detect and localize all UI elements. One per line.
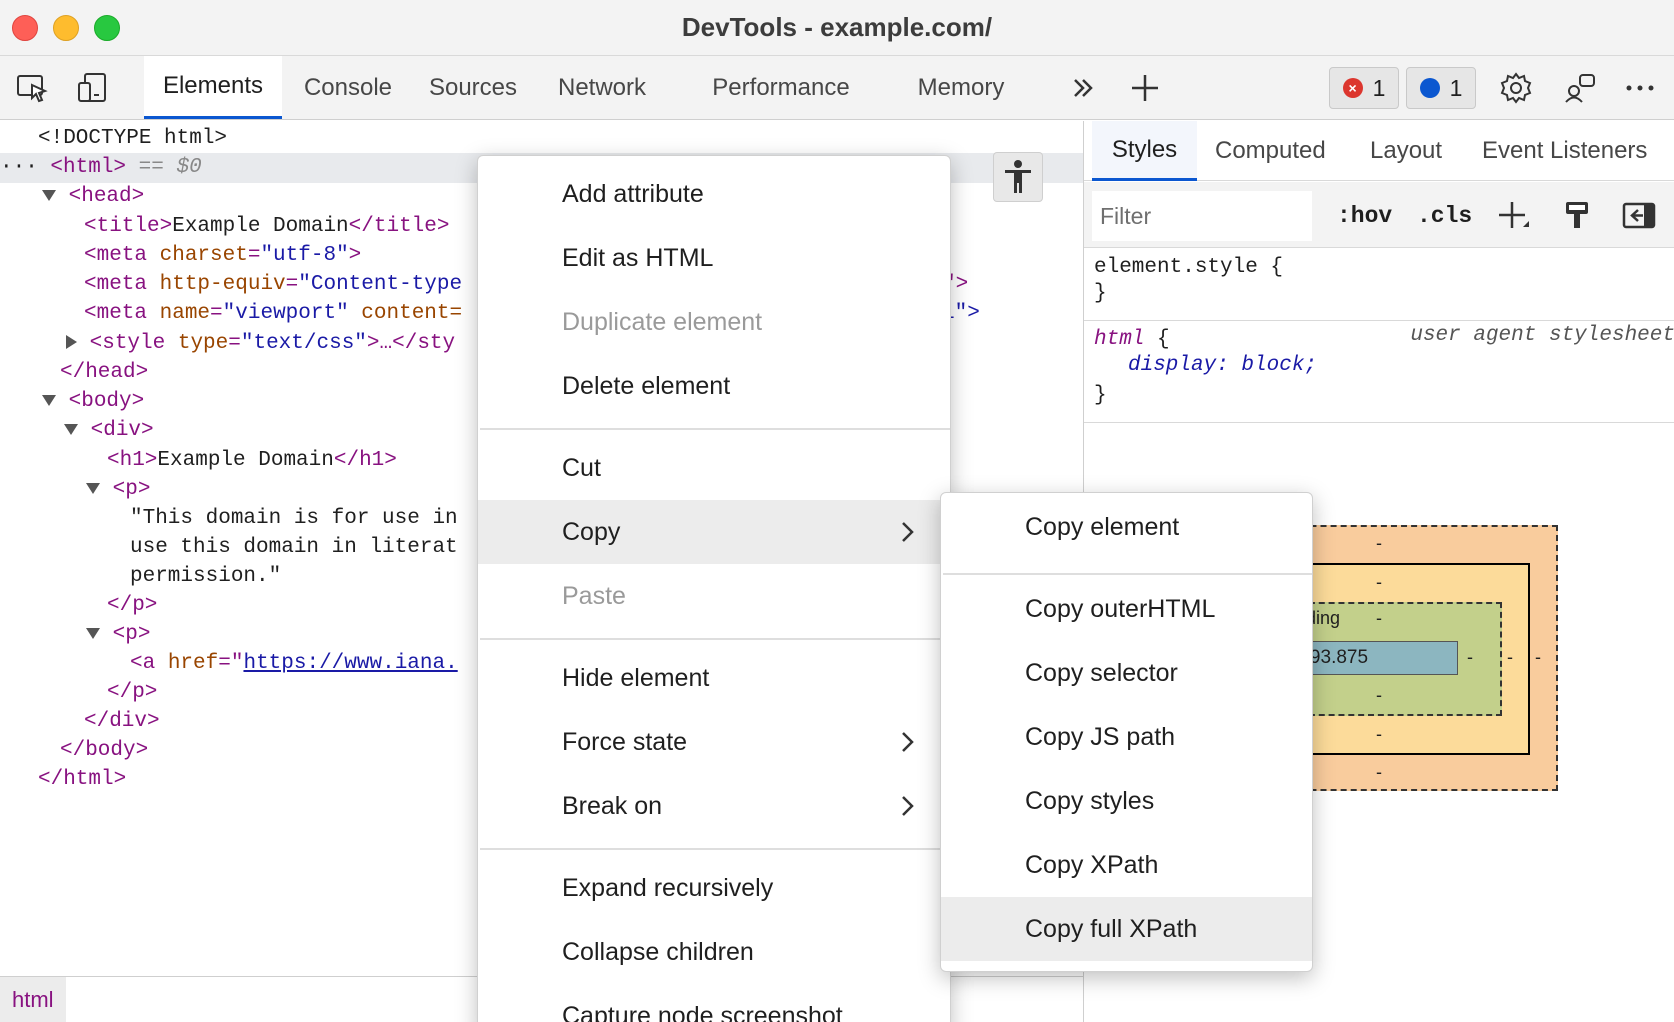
menu-separator bbox=[480, 848, 950, 850]
messages-badge[interactable]: 1 bbox=[1406, 67, 1476, 109]
chevron-right-icon bbox=[900, 710, 916, 774]
box-model-padding-top[interactable]: - bbox=[1376, 608, 1382, 629]
tab-performance[interactable]: Performance bbox=[703, 56, 859, 119]
message-count: 1 bbox=[1449, 74, 1463, 101]
box-model-border-top[interactable]: - bbox=[1376, 572, 1382, 593]
menu-item-paste: Paste bbox=[562, 582, 626, 610]
customize-icon[interactable] bbox=[1560, 68, 1600, 108]
menu-item-copy-selector[interactable]: Copy selector bbox=[941, 641, 1312, 705]
menu-item-force-state[interactable]: Force state bbox=[478, 710, 950, 774]
menu-item-hide-element[interactable]: Hide element bbox=[478, 646, 950, 710]
box-model-border-bottom[interactable]: - bbox=[1376, 724, 1382, 745]
title-bar: DevTools - example.com/ bbox=[0, 0, 1674, 56]
collapse-triangle-icon[interactable] bbox=[64, 423, 78, 435]
collapse-triangle-icon[interactable] bbox=[42, 394, 56, 406]
error-count: 1 bbox=[1372, 74, 1386, 101]
ua-stylesheet-label: user agent stylesheet bbox=[1410, 324, 1674, 347]
main-toolbar: Elements Console Sources Network Perform… bbox=[0, 56, 1674, 120]
box-model-border-right[interactable]: - bbox=[1507, 647, 1513, 668]
box-model-margin-top[interactable]: - bbox=[1376, 533, 1382, 554]
styles-filter-toolbar: :hov .cls bbox=[1084, 182, 1674, 248]
menu-item-expand-recursively[interactable]: Expand recursively bbox=[478, 856, 950, 920]
box-model-margin-right[interactable]: - bbox=[1535, 647, 1541, 668]
more-options-icon[interactable] bbox=[1620, 68, 1660, 108]
tab-network[interactable]: Network bbox=[547, 56, 657, 119]
tab-computed[interactable]: Computed bbox=[1215, 121, 1326, 181]
new-style-rule-icon[interactable] bbox=[1496, 194, 1530, 238]
styles-tab-bar: Styles Computed Layout Event Listeners bbox=[1084, 121, 1674, 181]
css-property-value[interactable]: : block; bbox=[1216, 354, 1317, 377]
collapse-triangle-icon[interactable] bbox=[42, 189, 56, 201]
collapse-triangle-icon[interactable] bbox=[86, 482, 100, 494]
menu-item-cut[interactable]: Cut bbox=[478, 436, 950, 500]
menu-item-break-on[interactable]: Break on bbox=[478, 774, 950, 838]
styles-filter-input[interactable] bbox=[1092, 191, 1312, 241]
menu-item-copy-js-path[interactable]: Copy JS path bbox=[941, 705, 1312, 769]
menu-separator bbox=[943, 573, 1312, 575]
message-icon bbox=[1419, 78, 1440, 98]
tab-memory[interactable]: Memory bbox=[908, 56, 1014, 119]
box-model-margin-bottom[interactable]: - bbox=[1376, 762, 1382, 783]
menu-item-copy-outerhtml[interactable]: Copy outerHTML bbox=[941, 577, 1312, 641]
chevron-right-icon bbox=[900, 500, 916, 564]
menu-separator bbox=[480, 638, 950, 640]
menu-item-copy-styles[interactable]: Copy styles bbox=[941, 769, 1312, 833]
menu-item-collapse-children[interactable]: Collapse children bbox=[478, 920, 950, 984]
window-title: DevTools - example.com/ bbox=[681, 12, 993, 42]
breadcrumb-item-html[interactable]: html bbox=[0, 977, 66, 1022]
context-menu: Add attribute Edit as HTML Duplicate ele… bbox=[477, 155, 951, 1022]
collapse-triangle-icon[interactable] bbox=[86, 627, 100, 639]
chevron-right-icon bbox=[900, 774, 916, 838]
element-style-rule[interactable]: element.style { } bbox=[1084, 249, 1674, 321]
menu-item-delete-element[interactable]: Delete element bbox=[478, 354, 950, 418]
more-tabs-chevron-icon[interactable] bbox=[1064, 68, 1104, 108]
href-link[interactable]: https://www.iana. bbox=[243, 652, 457, 675]
errors-badge[interactable]: × 1 bbox=[1329, 67, 1399, 109]
copy-submenu: Copy element Copy outerHTML Copy selecto… bbox=[940, 492, 1313, 972]
html-ua-rule[interactable]: html {user agent stylesheet display: blo… bbox=[1084, 321, 1674, 423]
paint-brush-icon[interactable] bbox=[1562, 194, 1592, 238]
menu-item-copy-xpath[interactable]: Copy XPath bbox=[941, 833, 1312, 897]
menu-item-capture-node-screenshot[interactable]: Capture node screenshot bbox=[478, 984, 950, 1022]
box-model-padding-bottom[interactable]: - bbox=[1376, 685, 1382, 706]
menu-item-copy-element[interactable]: Copy element bbox=[941, 495, 1312, 559]
toggle-sidebar-icon[interactable] bbox=[1622, 194, 1656, 238]
css-property-name[interactable]: display bbox=[1128, 354, 1216, 377]
dom-node-doctype[interactable]: <!DOCTYPE html> bbox=[0, 124, 1083, 154]
box-model-padding-right[interactable]: - bbox=[1467, 647, 1473, 668]
tab-elements[interactable]: Elements bbox=[144, 56, 282, 119]
menu-separator bbox=[480, 428, 950, 430]
class-toggle-button[interactable]: .cls bbox=[1417, 194, 1472, 238]
menu-item-edit-as-html[interactable]: Edit as HTML bbox=[478, 226, 950, 290]
menu-item-copy-full-xpath[interactable]: Copy full XPath bbox=[941, 897, 1312, 961]
tab-console[interactable]: Console bbox=[288, 56, 408, 119]
add-tab-icon[interactable] bbox=[1125, 68, 1165, 108]
tab-layout[interactable]: Layout bbox=[1370, 121, 1442, 181]
error-icon: × bbox=[1342, 78, 1363, 98]
settings-gear-icon[interactable] bbox=[1496, 68, 1536, 108]
tab-sources[interactable]: Sources bbox=[418, 56, 528, 119]
menu-item-add-attribute[interactable]: Add attribute bbox=[478, 162, 950, 226]
accessibility-tree-icon[interactable] bbox=[993, 152, 1043, 202]
menu-item-duplicate-element: Duplicate element bbox=[562, 308, 763, 336]
menu-item-copy[interactable]: Copy bbox=[478, 500, 950, 564]
tab-event-listeners[interactable]: Event Listeners bbox=[1482, 121, 1647, 181]
device-toolbar-icon[interactable] bbox=[72, 68, 112, 108]
expand-triangle-icon[interactable] bbox=[66, 335, 77, 350]
hover-state-button[interactable]: :hov bbox=[1337, 194, 1392, 238]
tab-styles[interactable]: Styles bbox=[1092, 121, 1197, 181]
inspect-element-icon[interactable] bbox=[12, 68, 52, 108]
